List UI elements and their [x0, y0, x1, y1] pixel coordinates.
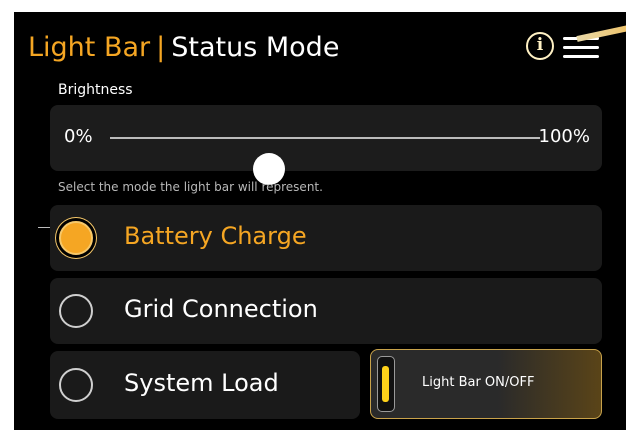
toggle-label: Light Bar ON/OFF	[422, 375, 535, 390]
light-bar-screen: Light Bar | Status Mode i Brightness 0% 10…	[14, 12, 626, 430]
info-icon[interactable]: i	[526, 32, 554, 60]
radio-button-selected[interactable]	[59, 221, 93, 255]
radio-button[interactable]	[59, 368, 93, 402]
title-status-mode: Status Mode	[171, 32, 340, 63]
brightness-slider-track[interactable]	[110, 137, 540, 185]
mode-instruction: Select the mode the light bar will repre…	[58, 180, 323, 194]
menu-bar-line	[563, 55, 599, 58]
page-title: Light Bar | Status Mode	[28, 28, 339, 68]
mode-option-grid-connection[interactable]: Grid Connection	[50, 278, 602, 344]
mode-option-battery-charge[interactable]: Battery Charge	[50, 205, 602, 271]
toggle-indicator-icon	[377, 356, 395, 412]
mode-option-label: Battery Charge	[124, 222, 307, 250]
radio-button[interactable]	[59, 294, 93, 328]
brightness-label: Brightness	[58, 82, 133, 98]
menu-bar-line	[563, 46, 599, 49]
mode-option-system-load[interactable]: System Load	[50, 351, 360, 419]
slider-max-label: 100%	[538, 126, 590, 147]
title-light-bar: Light Bar	[28, 32, 151, 63]
callout-pointer	[576, 23, 626, 42]
title-separator: |	[156, 32, 166, 63]
slider-min-label: 0%	[64, 126, 93, 147]
brightness-slider-panel: 0% 100%	[50, 105, 602, 185]
indicator-light	[382, 366, 389, 402]
light-bar-toggle-button[interactable]: Light Bar ON/OFF	[370, 349, 602, 419]
mode-option-label: System Load	[124, 369, 279, 397]
mode-option-label: Grid Connection	[124, 295, 318, 323]
